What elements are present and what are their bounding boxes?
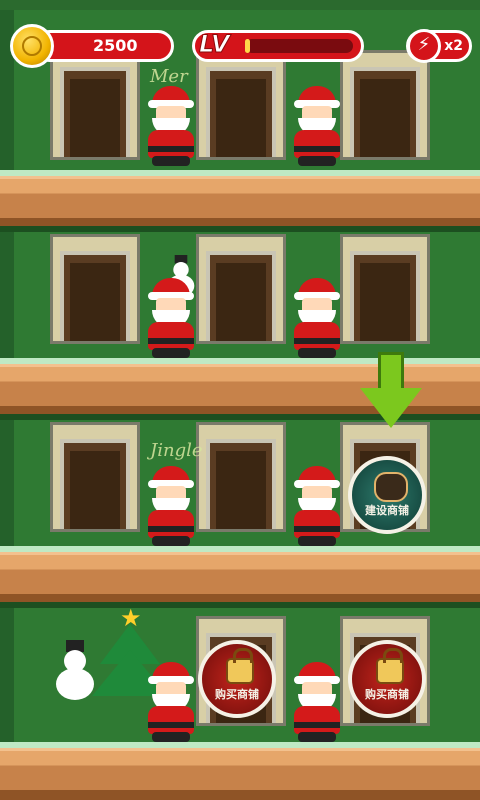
energy-multiplier: x2 xyxy=(444,38,463,54)
door xyxy=(350,251,420,341)
door xyxy=(206,439,276,529)
wall-pillar xyxy=(0,232,14,364)
room-2-2[interactable] xyxy=(196,234,286,344)
merry-text: Mer xyxy=(150,66,188,87)
room-1-1[interactable] xyxy=(50,50,140,160)
coin-value: 2500 xyxy=(93,36,138,55)
room-3-2[interactable] xyxy=(196,422,286,532)
buy-shop-button[interactable]: 购买商铺 xyxy=(348,640,426,718)
santa-character[interactable] xyxy=(288,278,346,358)
coin-counter: 2500 xyxy=(34,30,174,62)
badge-label: 购买商铺 xyxy=(215,688,259,701)
build-shop-button[interactable]: 建设商铺 xyxy=(348,456,426,534)
lock-icon xyxy=(376,648,404,684)
santa-character[interactable] xyxy=(288,466,346,546)
room-2-3[interactable] xyxy=(340,234,430,344)
wall-pillar xyxy=(0,420,14,552)
santa-character[interactable] xyxy=(142,466,200,546)
shopping-bag-icon xyxy=(374,472,408,502)
santa-character[interactable] xyxy=(142,662,200,742)
badge-label: 购买商铺 xyxy=(365,688,409,701)
santa-character[interactable] xyxy=(288,86,346,166)
door xyxy=(60,439,130,529)
door xyxy=(206,67,276,157)
room-1-2[interactable] xyxy=(196,50,286,160)
down-arrow-icon xyxy=(360,352,422,432)
shelf xyxy=(0,176,480,228)
lightning-bolt-icon: ⚡ xyxy=(407,29,441,63)
lock-icon xyxy=(226,648,254,684)
level-progress-fill xyxy=(245,39,251,53)
santa-character[interactable] xyxy=(142,278,200,358)
game-screen: Mer Jingle ★ 建设商铺 购买商铺 购买商铺 2500 LV ⚡ x2 xyxy=(0,0,480,800)
santa-character[interactable] xyxy=(142,86,200,166)
buy-shop-button[interactable]: 购买商铺 xyxy=(198,640,276,718)
door xyxy=(60,67,130,157)
room-2-1[interactable] xyxy=(50,234,140,344)
level-bar: LV xyxy=(192,30,364,62)
door xyxy=(206,251,276,341)
door xyxy=(60,251,130,341)
gold-coin-icon xyxy=(10,24,54,68)
shelf xyxy=(0,552,480,604)
snowman-icon xyxy=(52,640,98,700)
wall-pillar xyxy=(0,608,14,748)
level-label: LV xyxy=(199,30,231,59)
shelf xyxy=(0,748,480,800)
room-3-1[interactable] xyxy=(50,422,140,532)
badge-label: 建设商铺 xyxy=(365,504,409,517)
jingle-text: Jingle xyxy=(150,440,203,461)
santa-character[interactable] xyxy=(288,662,346,742)
level-progress-track xyxy=(245,39,353,53)
door xyxy=(350,67,420,157)
room-1-3[interactable] xyxy=(340,50,430,160)
energy-booster-button[interactable]: ⚡ x2 xyxy=(406,29,472,63)
